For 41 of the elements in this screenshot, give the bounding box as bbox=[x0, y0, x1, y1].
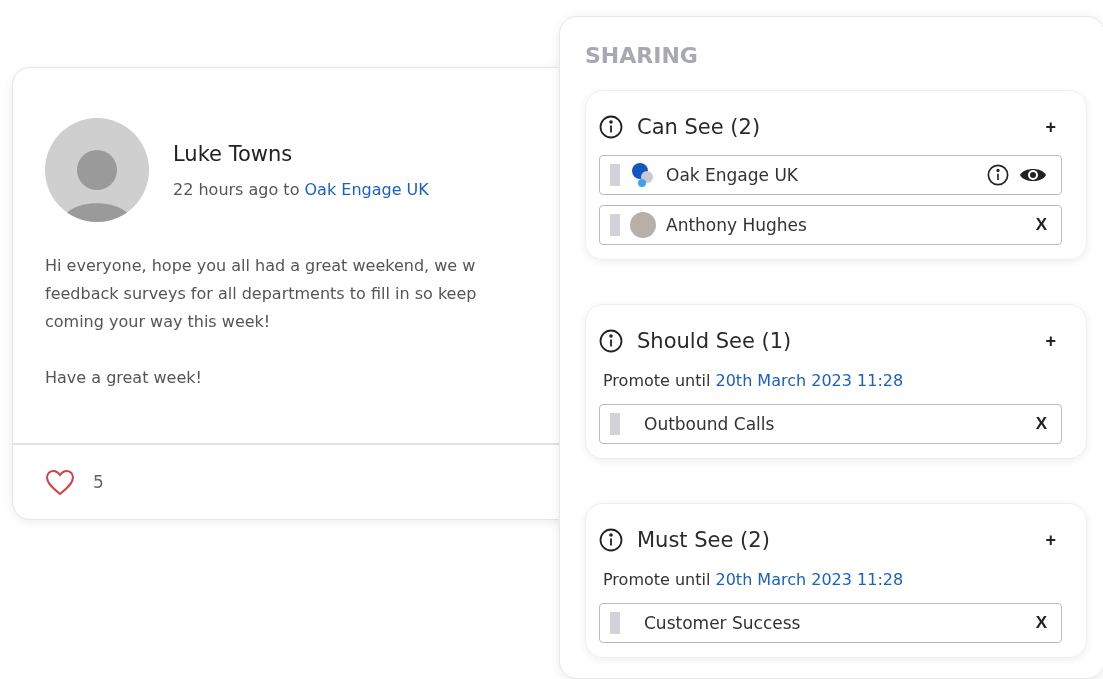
post-text: Have a great week! bbox=[45, 367, 203, 389]
info-icon bbox=[987, 164, 1009, 186]
avatar-icon bbox=[630, 212, 656, 238]
remove-button[interactable]: X bbox=[1035, 613, 1047, 633]
info-icon bbox=[599, 329, 623, 353]
promote-text: Promote until 20th March 2023 11:28 bbox=[602, 370, 905, 392]
date-link[interactable]: 20th March 2023 11:28 bbox=[715, 371, 904, 390]
promote-text: Promote until 20th March 2023 11:28 bbox=[602, 569, 905, 591]
audience-label: Customer Success bbox=[644, 613, 802, 633]
remove-button[interactable]: X bbox=[1035, 414, 1047, 434]
author-name: Luke Towns bbox=[173, 141, 294, 166]
audience-row[interactable]: Customer Success X bbox=[599, 603, 1062, 643]
post-meta: 22 hours ago to Oak Engage UK bbox=[173, 179, 429, 199]
remove-button[interactable]: X bbox=[1035, 215, 1047, 235]
add-button[interactable]: + bbox=[1039, 330, 1062, 352]
drag-handle-icon[interactable] bbox=[610, 612, 620, 634]
audience-row[interactable]: Oak Engage UK bbox=[599, 155, 1062, 195]
date-link[interactable]: 20th March 2023 11:28 bbox=[715, 570, 904, 589]
audience-label: Anthony Hughes bbox=[666, 215, 808, 235]
audience-label: Oak Engage UK bbox=[666, 165, 799, 185]
post-text: Hi everyone, hope you all had a great weekend, we w bbox=[45, 255, 477, 277]
like-count: 5 bbox=[93, 472, 104, 492]
section-title: Must See (2) bbox=[637, 528, 771, 552]
info-icon bbox=[599, 115, 623, 139]
section-title: Should See (1) bbox=[637, 329, 793, 353]
post-text: feedback surveys for all departments to fill in so keep bbox=[45, 283, 478, 305]
section-title: Can See (2) bbox=[637, 115, 762, 139]
info-icon bbox=[599, 528, 623, 552]
panel-title: SHARING bbox=[585, 43, 698, 68]
add-button[interactable]: + bbox=[1039, 116, 1062, 138]
audience-label: Outbound Calls bbox=[644, 414, 776, 434]
drag-handle-icon[interactable] bbox=[610, 214, 620, 236]
drag-handle-icon[interactable] bbox=[610, 164, 620, 186]
post-text: coming your way this week! bbox=[45, 311, 272, 333]
drag-handle-icon[interactable] bbox=[610, 413, 620, 435]
audience-row[interactable]: Outbound Calls X bbox=[599, 404, 1062, 444]
audience-link[interactable]: Oak Engage UK bbox=[304, 179, 429, 199]
heart-icon[interactable] bbox=[45, 468, 75, 496]
add-button[interactable]: + bbox=[1039, 529, 1062, 551]
logo-icon bbox=[630, 162, 656, 188]
audience-row[interactable]: Anthony Hughes X bbox=[599, 205, 1062, 245]
